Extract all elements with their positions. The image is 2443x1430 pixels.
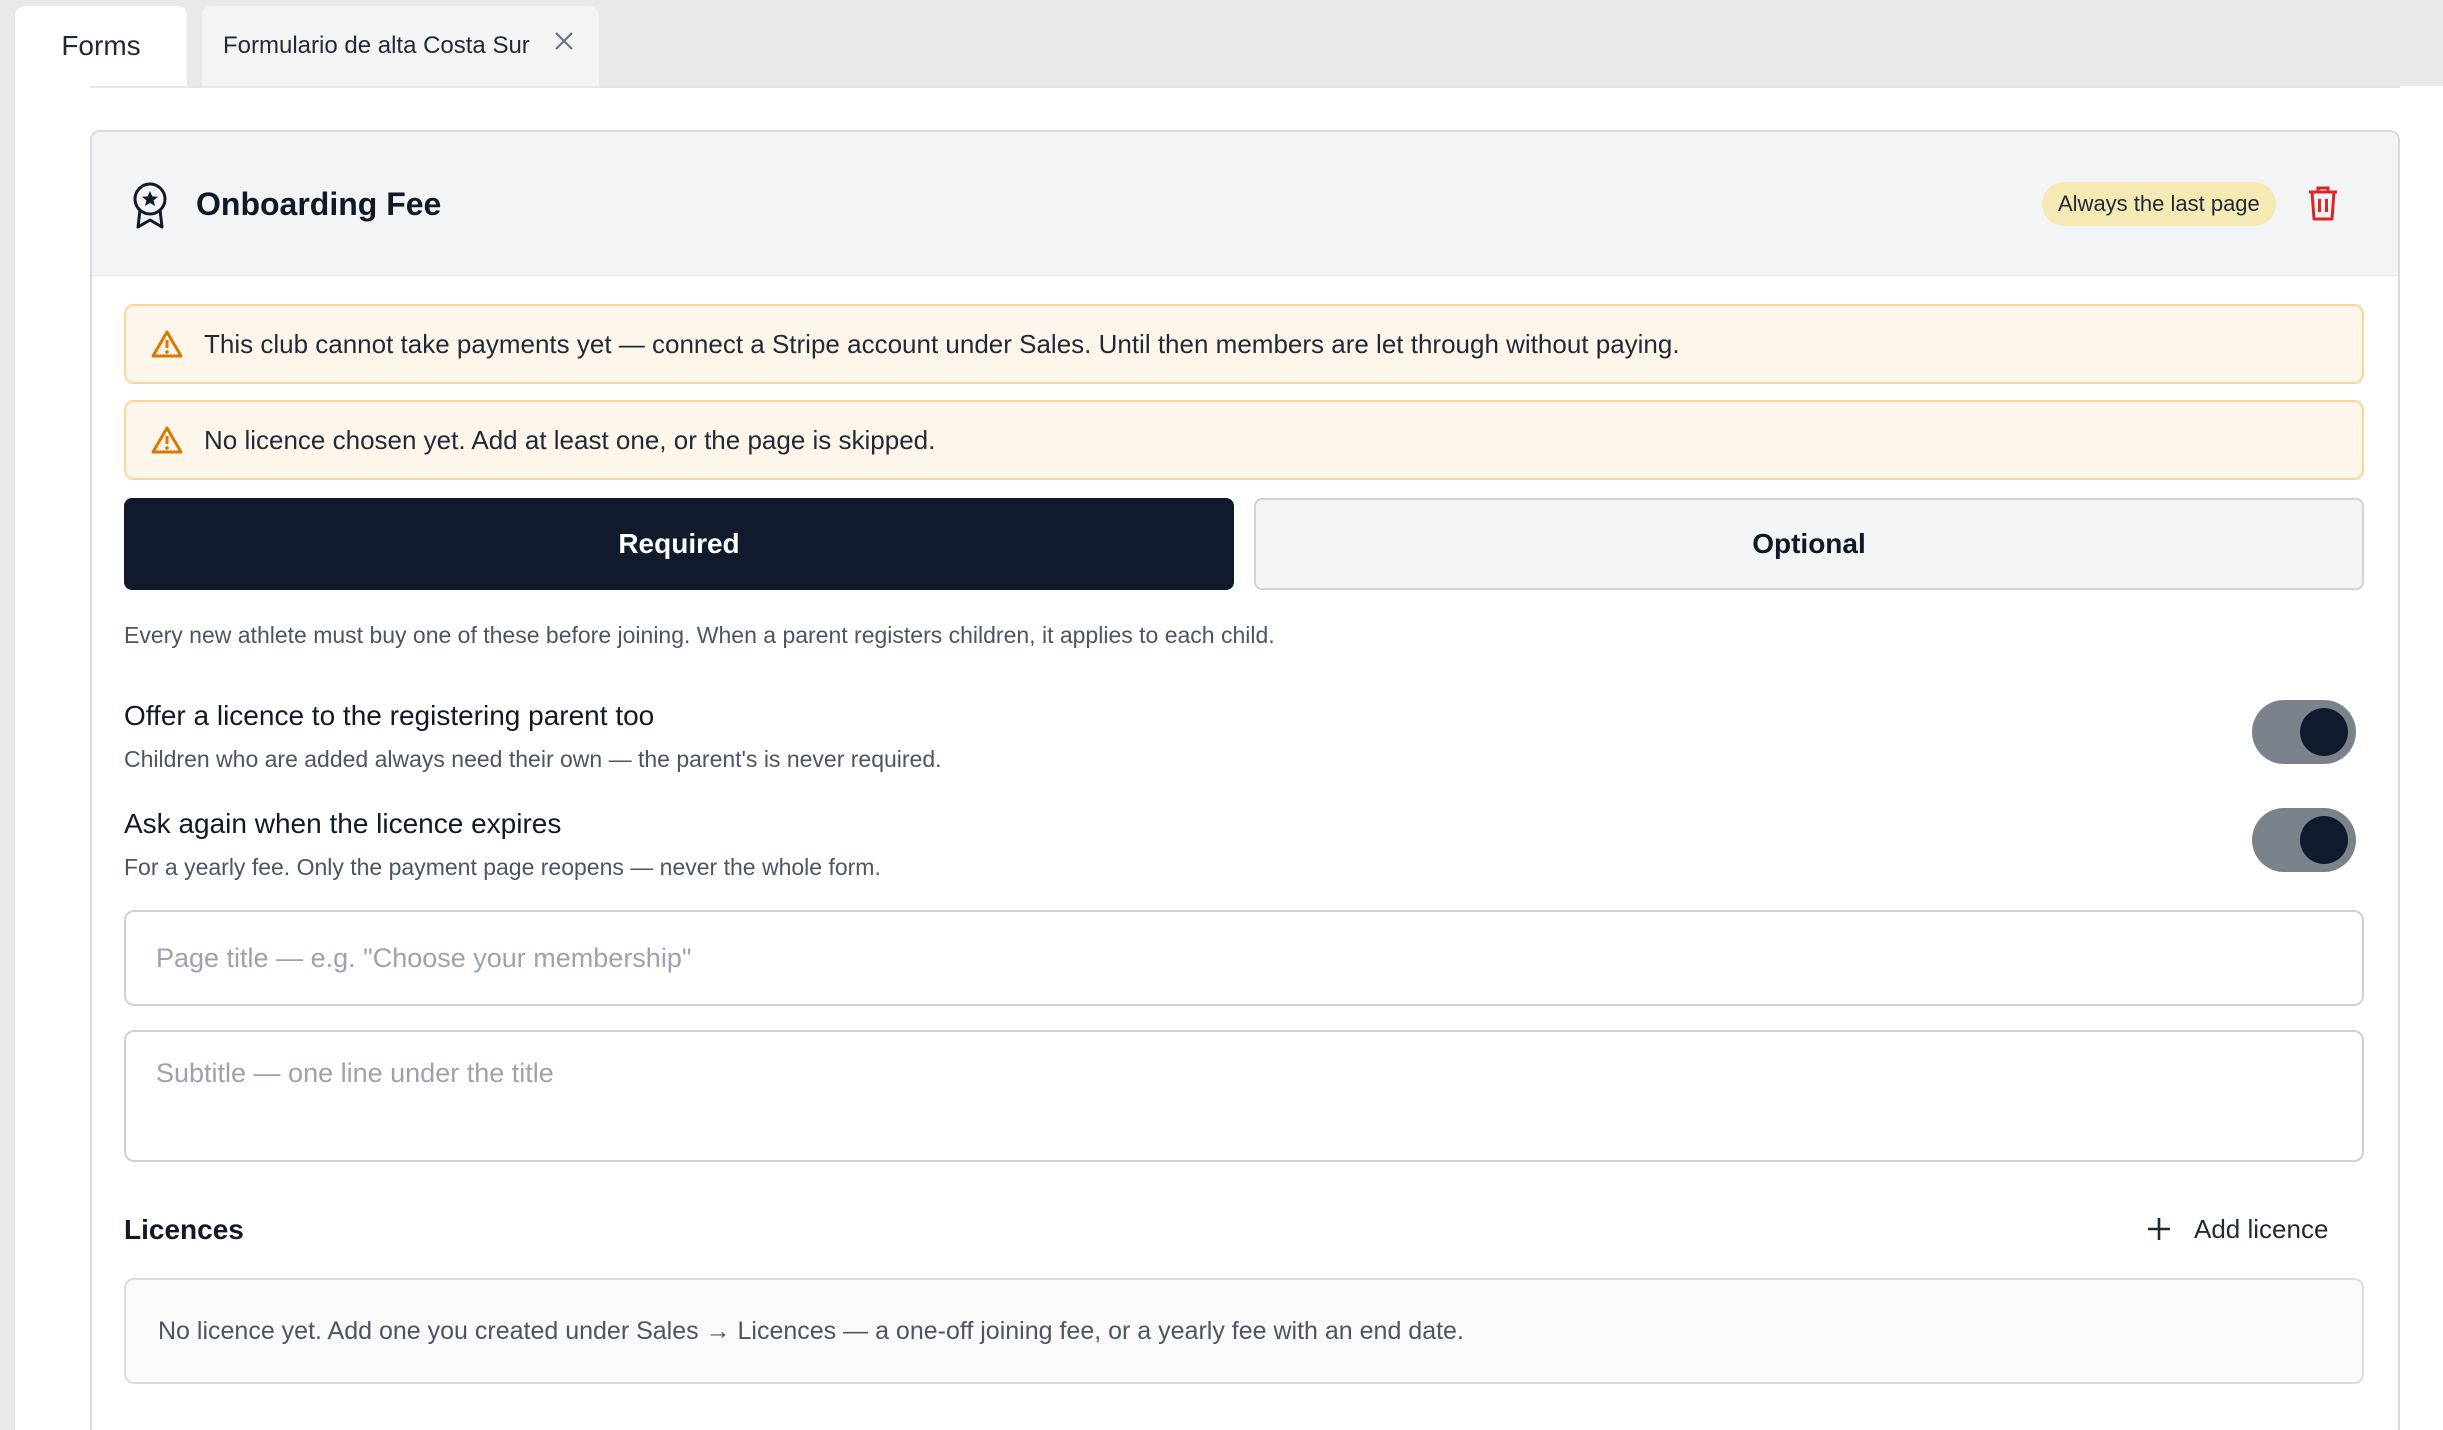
page-title-input[interactable]: Page title — e.g. "Choose your membershi… bbox=[124, 910, 2364, 1006]
add-licence-button[interactable]: Add licence bbox=[2146, 1208, 2328, 1250]
alert-payments-text: This club cannot take payments yet — con… bbox=[204, 328, 1680, 359]
toggle-title: Ask again when the licence expires bbox=[124, 808, 562, 839]
mode-help-text: Every new athlete must buy one of these … bbox=[124, 622, 1275, 648]
toggle-knob bbox=[2300, 816, 2348, 864]
toggle-row-ask-again: Ask again when the licence expires For a… bbox=[124, 808, 2364, 881]
onboarding-fee-card: Onboarding Fee Always the last page This… bbox=[90, 130, 2400, 1430]
status-badge: Always the last page bbox=[2042, 182, 2276, 226]
tab-bar: Forms Formulario de alta Costa Sur bbox=[0, 0, 2443, 86]
alert-payments: This club cannot take payments yet — con… bbox=[124, 304, 2364, 384]
licences-empty-text: No licence yet. Add one you created unde… bbox=[158, 1316, 1464, 1345]
award-badge-icon bbox=[133, 182, 167, 229]
tab-form-label: Formulario de alta Costa Sur bbox=[223, 32, 530, 59]
tab-forms-label: Forms bbox=[61, 30, 141, 61]
plus-icon bbox=[2148, 1218, 2170, 1240]
card-title: Onboarding Fee bbox=[196, 186, 442, 222]
alert-no-licence: No licence chosen yet. Add at least one,… bbox=[124, 400, 2364, 480]
close-icon[interactable] bbox=[551, 28, 577, 54]
editor-page: Onboarding Fee Always the last page This… bbox=[15, 86, 2443, 1430]
toggle-description: Children who are added always need their… bbox=[124, 746, 942, 772]
toggle-title: Offer a licence to the registering paren… bbox=[124, 700, 655, 731]
optional-button[interactable]: Optional bbox=[1254, 498, 2364, 590]
toggle-row-parent-licence: Offer a licence to the registering paren… bbox=[124, 700, 2364, 773]
warning-triangle-icon bbox=[151, 426, 183, 454]
warning-triangle-icon bbox=[151, 330, 183, 358]
trash-icon[interactable] bbox=[2306, 184, 2340, 222]
tab-forms[interactable]: Forms bbox=[15, 6, 187, 86]
ask-again-toggle[interactable] bbox=[2252, 808, 2356, 872]
toggle-description: For a yearly fee. Only the payment page … bbox=[124, 854, 881, 880]
required-button[interactable]: Required bbox=[124, 498, 1234, 590]
parent-licence-toggle[interactable] bbox=[2252, 700, 2356, 764]
toggle-knob bbox=[2300, 708, 2348, 756]
subtitle-textarea[interactable]: Subtitle — one line under the title bbox=[124, 1030, 2364, 1162]
card-header: Onboarding Fee Always the last page bbox=[92, 132, 2398, 276]
subtitle-placeholder: Subtitle — one line under the title bbox=[156, 1058, 554, 1088]
tab-form-costa-sur[interactable]: Formulario de alta Costa Sur bbox=[202, 6, 599, 86]
page-title-placeholder: Page title — e.g. "Choose your membershi… bbox=[156, 942, 692, 973]
licences-heading: Licences bbox=[124, 1214, 244, 1245]
alert-no-licence-text: No licence chosen yet. Add at least one,… bbox=[204, 424, 936, 455]
licences-empty-state: No licence yet. Add one you created unde… bbox=[124, 1278, 2364, 1384]
left-rail bbox=[0, 86, 15, 1430]
previous-card-edge bbox=[90, 86, 2400, 88]
add-licence-label: Add licence bbox=[2194, 1213, 2329, 1244]
